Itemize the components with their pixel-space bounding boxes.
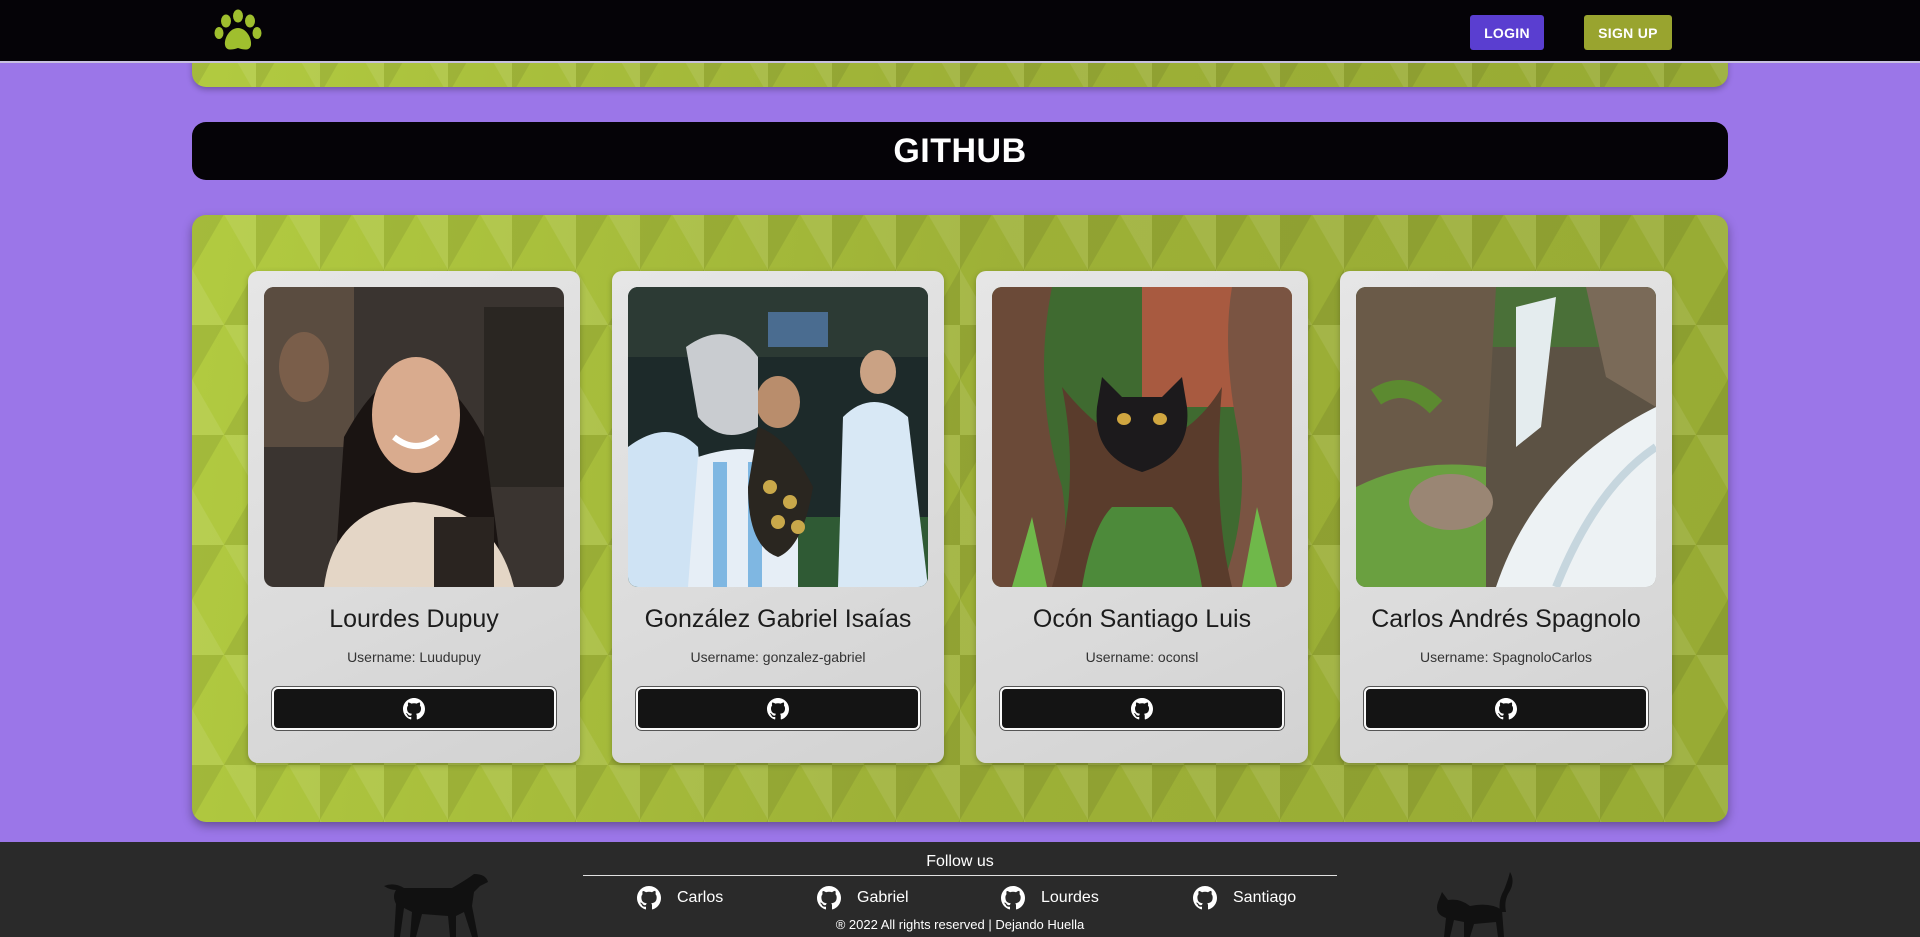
footer-link-santiago[interactable]: Santiago — [1193, 884, 1296, 912]
github-icon — [637, 886, 661, 910]
navbar: LOGIN SIGN UP — [0, 0, 1920, 63]
member-username: Username: oconsl — [1085, 649, 1199, 665]
github-profile-button[interactable] — [636, 687, 920, 730]
footer-link-label: Lourdes — [1041, 889, 1099, 906]
cat-silhouette-icon — [1437, 872, 1513, 937]
member-card: Ocón Santiago Luis Username: oconsl — [976, 271, 1308, 763]
dog-silhouette-icon — [384, 874, 488, 937]
github-cards-panel: Lourdes Dupuy Username: Luudupuy Gonzále… — [192, 215, 1728, 822]
github-icon — [817, 886, 841, 910]
github-icon — [1001, 886, 1025, 910]
member-photo — [628, 287, 928, 587]
footer-link-carlos[interactable]: Carlos — [637, 884, 723, 912]
footer-link-gabriel[interactable]: Gabriel — [817, 884, 909, 912]
copyright-text: ® 2022 All rights reserved | Dejando Hue… — [835, 917, 1085, 932]
footer-divider — [583, 875, 1337, 876]
login-button[interactable]: LOGIN — [1470, 15, 1544, 50]
follow-us-label: Follow us — [926, 853, 994, 870]
member-username: Username: Luudupuy — [347, 649, 481, 665]
member-photo — [264, 287, 564, 587]
section-title: GITHUB — [893, 131, 1027, 170]
member-card: Carlos Andrés Spagnolo Username: Spagnol… — [1340, 271, 1672, 763]
member-username: Username: gonzalez-gabriel — [690, 649, 866, 665]
section-title-bar: GITHUB — [192, 122, 1728, 180]
github-icon — [403, 698, 425, 720]
member-photo — [1356, 287, 1656, 587]
github-profile-button[interactable] — [1000, 687, 1284, 730]
member-name: González Gabriel Isaías — [644, 605, 912, 633]
member-name: Lourdes Dupuy — [329, 605, 499, 633]
member-name: Ocón Santiago Luis — [1032, 605, 1252, 633]
member-username: Username: SpagnoloCarlos — [1420, 649, 1592, 665]
footer-link-label: Carlos — [677, 889, 724, 906]
member-photo — [992, 287, 1292, 587]
signup-button[interactable]: SIGN UP — [1584, 15, 1672, 50]
footer-link-label: Santiago — [1233, 889, 1297, 906]
footer: Follow us Carlos Gabriel Lourdes Santiag… — [0, 842, 1920, 937]
footer-link-label: Gabriel — [857, 889, 909, 906]
github-icon — [1495, 698, 1517, 720]
member-name: Carlos Andrés Spagnolo — [1371, 605, 1641, 633]
github-profile-button[interactable] — [1364, 687, 1648, 730]
github-icon — [1131, 698, 1153, 720]
member-card: González Gabriel Isaías Username: gonzal… — [612, 271, 944, 763]
paw-logo-icon[interactable] — [212, 8, 264, 54]
footer-link-lourdes[interactable]: Lourdes — [1001, 884, 1099, 912]
github-profile-button[interactable] — [272, 687, 556, 730]
member-card: Lourdes Dupuy Username: Luudupuy — [248, 271, 580, 763]
github-icon — [1193, 886, 1217, 910]
github-icon — [767, 698, 789, 720]
